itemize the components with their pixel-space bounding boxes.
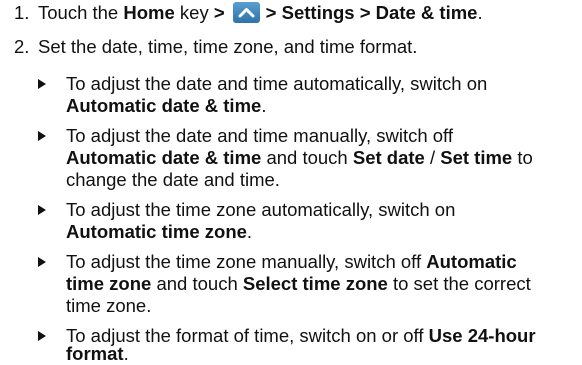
up-chevron-icon bbox=[232, 2, 260, 23]
bullet-5-line-2: format. bbox=[66, 343, 129, 364]
automatic-time-zone-label: Automatic time zone bbox=[66, 221, 247, 242]
set-time-label: Set time bbox=[440, 147, 513, 168]
step-number-1: 1. bbox=[14, 2, 30, 23]
document-page: 1. Touch the Home key > > Settings > Date… bbox=[0, 0, 582, 365]
bullet-4-line-3: time zone. bbox=[66, 295, 152, 316]
step-1-text: Touch the Home key > > Settings > Date & … bbox=[38, 2, 483, 24]
bullet-marker bbox=[38, 257, 46, 267]
bullet-5-line-1: To adjust the format of time, switch on … bbox=[66, 325, 536, 346]
set-date-label: Set date bbox=[352, 147, 425, 168]
step-2-text: Set the date, time, time zone, and time … bbox=[38, 36, 418, 57]
bullet-4-line-1: To adjust the time zone manually, switch… bbox=[66, 251, 517, 272]
format-label: format bbox=[66, 343, 124, 364]
use-24-hour-label: Use 24-hour bbox=[428, 325, 536, 346]
step-1-key: key bbox=[174, 2, 214, 23]
bullet-2-line-1: To adjust the date and time manually, sw… bbox=[66, 125, 454, 146]
bullet-marker bbox=[38, 205, 46, 215]
automatic-date-time-label: Automatic date & time bbox=[66, 147, 262, 168]
automatic-label: Automatic bbox=[426, 251, 517, 272]
bullet-marker bbox=[38, 331, 46, 341]
bullet-2-line-3: change the date and time. bbox=[66, 169, 280, 190]
home-key-label: Home bbox=[123, 2, 175, 23]
bullet-3-line-1: To adjust the time zone automatically, s… bbox=[66, 199, 456, 220]
time-zone-label: time zone bbox=[66, 273, 152, 294]
select-time-zone-label: Select time zone bbox=[242, 273, 388, 294]
step-number-2: 2. bbox=[14, 36, 30, 57]
bullet-marker bbox=[38, 79, 46, 89]
bullet-3-line-2: Automatic time zone. bbox=[66, 221, 253, 242]
bullet-2-line-2: Automatic date & time and touch Set date… bbox=[66, 147, 533, 168]
bullet-marker bbox=[38, 131, 46, 141]
bullet-1-line-2: Automatic date & time. bbox=[66, 95, 267, 116]
automatic-date-time-label: Automatic date & time bbox=[66, 95, 262, 116]
step-1-arrow: > bbox=[213, 2, 225, 23]
step-1-lead: Touch the bbox=[38, 2, 124, 23]
settings-path: > Settings > Date & time bbox=[265, 2, 478, 23]
bullet-4-line-2: time zone and touch Select time zone to … bbox=[66, 273, 531, 294]
step-1-period: . bbox=[477, 2, 483, 23]
bullet-1-line-1: To adjust the date and time automaticall… bbox=[66, 73, 488, 94]
